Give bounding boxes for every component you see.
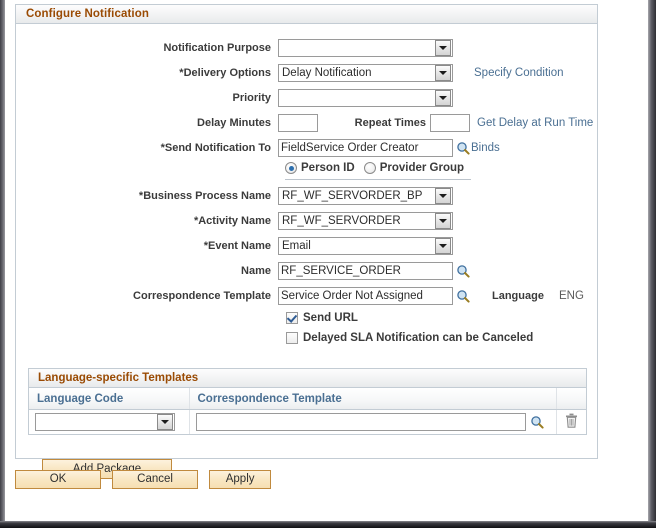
grid-title: Language-specific Templates [29,369,586,388]
radio-provider-group[interactable] [363,162,376,174]
cell-correspondence-template [189,409,557,434]
column-header-language-code[interactable]: Language Code [29,388,190,410]
notification-purpose-dropdown[interactable] [278,39,453,57]
footer-button-bar: OK Cancel Apply [15,470,598,489]
business-process-name-value: RF_WF_SERVORDER_BP [282,190,423,202]
language-templates-table: Language Code Correspondence Template [29,388,586,434]
chevron-down-icon[interactable] [157,414,173,430]
column-header-correspondence-template[interactable]: Correspondence Template [189,388,557,410]
field-delivery-options: Delay Notification [278,64,453,82]
language-specific-templates-panel: Language-specific Templates Language Cod… [28,368,587,435]
row-send-notification-to: *Send Notification To Binds [16,139,597,159]
label-repeat-times: Repeat Times [354,117,426,129]
binds-link[interactable]: Binds [471,139,500,157]
table-header-row: Language Code Correspondence Template [29,388,586,410]
label-activity-name: *Activity Name [193,215,271,227]
window-right-edge [648,0,656,528]
cell-language-code [29,409,190,434]
table-row [29,409,586,434]
page-canvas: Configure Notification Notification Purp… [5,0,648,521]
event-name-dropdown[interactable]: Email [278,237,453,255]
label-event-name: *Event Name [203,240,271,252]
activity-name-dropdown[interactable]: RF_WF_SERVORDER [278,212,453,230]
language-value: ENG [559,290,584,302]
chevron-down-icon[interactable] [435,40,451,56]
label-correspondence-template: Correspondence Template [133,290,271,302]
repeat-times-input[interactable] [430,114,470,132]
cancel-button[interactable]: Cancel [112,470,199,489]
row-priority: Priority [16,89,597,109]
radio-person-id-label: Person ID [301,162,355,174]
window-root: Configure Notification Notification Purp… [0,0,656,528]
delay-minutes-input[interactable] [278,114,318,132]
radio-provider-group-label: Provider Group [379,162,465,174]
field-priority [278,89,453,107]
radio-person-id[interactable] [285,162,297,174]
row-name: Name [16,262,597,282]
row-business-process-name: *Business Process Name RF_WF_SERVORDER_B… [16,187,597,207]
panel-body: Notification Purpose *Delivery Options D… [16,24,597,479]
send-notification-to-input[interactable] [278,139,453,157]
priority-dropdown[interactable] [278,89,453,107]
label-delivery-options: *Delivery Options [179,67,271,79]
magnifier-icon[interactable] [456,289,470,303]
label-notification-purpose: Notification Purpose [163,42,271,54]
send-url-label: Send URL [303,312,358,324]
column-header-actions [556,388,586,410]
row-delay-minutes: Delay Minutes Repeat Times Get Delay at … [16,114,597,134]
row-activity-name: *Activity Name RF_WF_SERVORDER [16,212,597,232]
chevron-down-icon[interactable] [435,213,451,229]
send-url-checkbox-row[interactable]: Send URL [286,312,358,324]
delayed-sla-label: Delayed SLA Notification can be Canceled [303,332,534,344]
row-notification-purpose: Notification Purpose [16,39,597,59]
trash-icon[interactable] [565,413,578,428]
delayed-sla-checkbox[interactable] [286,332,298,344]
recipient-type-radio-group: Person ID Provider Group [285,162,464,174]
chevron-down-icon[interactable] [435,65,451,81]
magnifier-icon[interactable] [456,141,470,155]
label-priority: Priority [232,92,271,104]
row-correspondence-template: Correspondence Template Language ENG [16,287,597,307]
send-url-checkbox[interactable] [286,312,298,324]
row-correspondence-template-input[interactable] [195,413,526,431]
label-name: Name [241,265,271,277]
magnifier-icon[interactable] [456,264,470,278]
label-language: Language [492,290,544,302]
row-delivery-options: *Delivery Options Delay Notification Spe… [16,64,597,84]
cell-delete-action [556,409,586,434]
apply-button[interactable]: Apply [209,470,272,489]
correspondence-template-input[interactable] [278,287,453,305]
panel-title: Configure Notification [16,5,597,24]
field-notification-purpose [278,39,453,57]
configure-notification-panel: Configure Notification Notification Purp… [15,4,598,479]
label-send-notification-to: *Send Notification To [160,142,271,154]
chevron-down-icon[interactable] [435,90,451,106]
chevron-down-icon[interactable] [435,238,451,254]
delivery-options-value: Delay Notification [282,67,372,79]
delivery-options-dropdown[interactable]: Delay Notification [278,64,453,82]
ok-button[interactable]: OK [15,470,101,489]
chevron-down-icon[interactable] [435,188,451,204]
radio-group-divider [285,179,471,180]
magnifier-icon[interactable] [530,415,544,429]
activity-name-value: RF_WF_SERVORDER [282,215,401,227]
row-event-name: *Event Name Email [16,237,597,257]
business-process-name-dropdown[interactable]: RF_WF_SERVORDER_BP [278,187,453,205]
label-delay-minutes: Delay Minutes [197,117,271,129]
delayed-sla-checkbox-row[interactable]: Delayed SLA Notification can be Canceled [286,332,533,344]
label-business-process-name: *Business Process Name [138,190,271,202]
specify-condition-link[interactable]: Specify Condition [474,64,564,82]
get-delay-at-run-time-link[interactable]: Get Delay at Run Time [477,114,593,132]
window-bottom-edge [0,521,656,528]
name-input[interactable] [278,262,453,280]
event-name-value: Email [282,240,311,252]
row-language-code-dropdown[interactable] [35,413,175,431]
